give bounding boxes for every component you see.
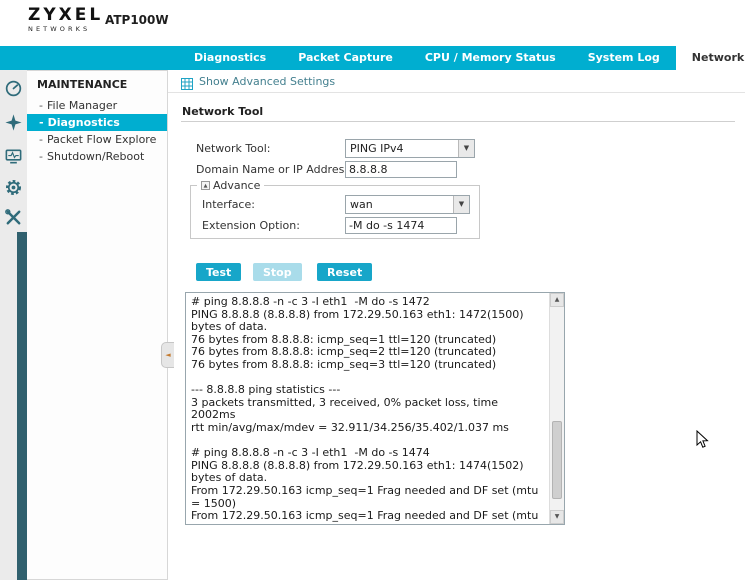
tab-diagnostics[interactable]: Diagnostics (178, 46, 282, 70)
dashboard-icon[interactable] (3, 78, 24, 99)
scroll-down-icon[interactable]: ▼ (550, 510, 564, 524)
sidebar-item-packet-flow-explore[interactable]: -Packet Flow Explore (27, 131, 167, 148)
item-bullet: - (39, 133, 43, 146)
page-title: Network Tool (182, 105, 263, 118)
item-bullet: - (39, 150, 43, 163)
tab-network-tool[interactable]: Network Tool (676, 46, 745, 70)
interface-select[interactable]: wan ▼ (345, 195, 470, 214)
mouse-cursor (696, 430, 709, 453)
show-advanced-settings-link[interactable]: Show Advanced Settings (199, 75, 335, 88)
test-button[interactable]: Test (196, 263, 241, 281)
stop-button[interactable]: Stop (253, 263, 302, 281)
network-tool-selected-value: PING IPv4 (350, 142, 456, 155)
monitor-icon[interactable] (3, 146, 24, 167)
tab-system-log[interactable]: System Log (572, 46, 676, 70)
setup-wizard-icon[interactable] (3, 112, 24, 133)
advanced-settings-bar: Show Advanced Settings (168, 70, 745, 93)
extension-option-label: Extension Option: (202, 219, 300, 232)
collapse-section-icon[interactable]: ▲ (201, 181, 210, 190)
item-bullet: - (39, 116, 44, 129)
app-header: ZYXEL NETWORKS ATP100W (0, 0, 745, 46)
sidebar-item-label: File Manager (47, 99, 117, 112)
reset-button[interactable]: Reset (317, 263, 372, 281)
nav-tabs: Diagnostics Packet Capture CPU / Memory … (178, 46, 745, 70)
sidebar-item-label: Packet Flow Explore (47, 133, 156, 146)
interface-selected-value: wan (350, 198, 451, 211)
chevron-down-icon[interactable]: ▼ (458, 140, 474, 157)
sidebar-section-title: MAINTENANCE (27, 71, 167, 97)
sidebar-item-label: Shutdown/Reboot (47, 150, 144, 163)
configuration-icon[interactable] (3, 177, 24, 198)
sidebar-collapse-button[interactable]: ◄ (161, 342, 174, 368)
domain-label: Domain Name or IP Address: (196, 163, 354, 176)
ping-output-text: # ping 8.8.8.8 -n -c 3 -I eth1 -M do -s … (186, 293, 548, 524)
item-bullet: - (39, 99, 43, 112)
sidebar-icon-strip (0, 70, 27, 580)
scrollbar-thumb[interactable] (552, 421, 562, 499)
network-tool-label: Network Tool: (196, 142, 271, 155)
brand-subtitle: NETWORKS (28, 25, 103, 33)
maintenance-icon[interactable] (3, 207, 24, 228)
interface-label: Interface: (202, 198, 255, 211)
network-tool-select[interactable]: PING IPv4 ▼ (345, 139, 475, 158)
extension-option-input[interactable] (345, 217, 457, 234)
sidebar-item-label: Diagnostics (48, 116, 120, 129)
sidebar-active-rail (17, 232, 27, 580)
output-scrollbar[interactable]: ▲ ▼ (549, 293, 564, 524)
zyxel-logo: ZYXEL NETWORKS (28, 7, 103, 33)
brand-name: ZYXEL (28, 7, 103, 24)
sidebar-item-diagnostics[interactable]: -Diagnostics (27, 114, 167, 131)
advance-legend: ▲ Advance (197, 179, 264, 192)
sidebar-item-file-manager[interactable]: -File Manager (27, 97, 167, 114)
app-window: ZYXEL NETWORKS ATP100W Diagnostics Packe… (0, 0, 745, 580)
sidebar-menu-panel: MAINTENANCE -File Manager -Diagnostics -… (27, 70, 168, 580)
divider (181, 121, 735, 122)
collapse-left-icon: ◄ (165, 351, 170, 359)
advance-legend-label: Advance (213, 179, 260, 192)
ping-output-box[interactable]: # ping 8.8.8.8 -n -c 3 -I eth1 -M do -s … (185, 292, 565, 525)
sidebar-item-shutdown-reboot[interactable]: -Shutdown/Reboot (27, 148, 167, 165)
device-model: ATP100W (105, 13, 169, 27)
grid-icon (181, 75, 193, 94)
tab-packet-capture[interactable]: Packet Capture (282, 46, 409, 70)
tab-cpu-memory-status[interactable]: CPU / Memory Status (409, 46, 572, 70)
scroll-up-icon[interactable]: ▲ (550, 293, 564, 307)
domain-input[interactable] (345, 161, 457, 178)
chevron-down-icon[interactable]: ▼ (453, 196, 469, 213)
top-nav-bar: Diagnostics Packet Capture CPU / Memory … (0, 46, 745, 70)
